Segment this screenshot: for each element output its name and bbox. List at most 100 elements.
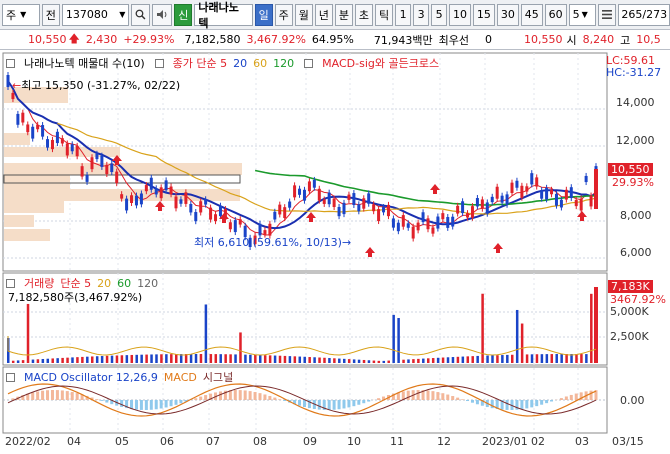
more-button[interactable]: [598, 3, 617, 26]
x-tick-05: 05: [115, 435, 129, 448]
volume-bar: [189, 354, 193, 363]
x-tick-03: 03: [575, 435, 589, 448]
period-week-button[interactable]: 주: [274, 3, 293, 26]
macd-histogram-bar: [144, 400, 148, 410]
price-tick-6000: 6,000: [620, 246, 652, 259]
volume-bar: [194, 354, 198, 363]
macd-histogram-bar: [475, 400, 479, 405]
sound-button[interactable]: [152, 3, 173, 26]
volume-bar: [273, 355, 277, 363]
price-tick-12000: 12,000: [616, 134, 655, 147]
volume-bar: [347, 359, 351, 363]
up-arrow-icon: 🡅: [68, 32, 80, 45]
period-day-button[interactable]: 일: [254, 3, 273, 26]
turnover-ratio: 64.95%: [311, 33, 354, 46]
volume-bar: [328, 358, 331, 363]
macd-histogram-bar: [550, 400, 554, 402]
candle-body: [16, 113, 20, 125]
macd-histogram-bar: [95, 399, 99, 400]
interval-60-button[interactable]: 60: [544, 3, 567, 26]
current-price: 10,550: [28, 33, 67, 46]
high-annotation-text: 최고 15,350 (-31.27%, 02/22): [21, 79, 181, 92]
stock-code-input[interactable]: 137080 ▼: [61, 3, 130, 26]
chart-area[interactable]: 나래나노텍 매물대 수(10) 종가 단순 5 20 60 120 MACD-s…: [0, 51, 670, 454]
volume-profile-bar: [4, 133, 30, 145]
interval-custom-select[interactable]: 5 ▼: [568, 3, 597, 26]
candle-body: [352, 193, 356, 206]
low-annotation-text: 최저 6,610 (59.61%, 10/13): [194, 236, 342, 249]
volume-bar: [590, 293, 593, 363]
signal-checkbox[interactable]: [304, 58, 314, 68]
candle-body: [401, 215, 405, 227]
period-year-button[interactable]: 년: [314, 3, 333, 26]
volume-bar: [95, 356, 99, 363]
macd-histogram-bar: [337, 400, 341, 410]
price-title-checkbox[interactable]: [6, 58, 15, 68]
ma-checkbox[interactable]: [154, 58, 164, 68]
macd-checkbox[interactable]: [6, 372, 15, 382]
volume-bar: [175, 354, 178, 363]
macd-histogram-bar: [564, 396, 568, 400]
volume-bar: [476, 355, 479, 363]
search-button[interactable]: [131, 3, 151, 26]
interval-30-button[interactable]: 30: [496, 3, 519, 26]
period-minute-button[interactable]: 분: [334, 3, 353, 26]
volume-bar: [234, 354, 237, 363]
toolbar: 주 ▼ 전 137080 ▼ 신 나래나노텍 일 주 월 년 분 초 틱 1 3…: [0, 0, 670, 30]
macd-histogram-bar: [31, 392, 35, 400]
interval-45-button[interactable]: 45: [520, 3, 543, 26]
volume-checkbox[interactable]: [6, 278, 15, 288]
market-select[interactable]: 주 ▼: [2, 3, 40, 26]
candle-body: [327, 192, 331, 205]
price-change-pct: +29.93%: [123, 33, 175, 46]
candle-body: [228, 222, 232, 230]
bar-count-value: 265: [621, 8, 643, 21]
current-pct-tag: 29.93%: [612, 176, 654, 189]
macd-histogram-bar: [100, 400, 104, 401]
interval-5-button[interactable]: 5: [431, 3, 448, 26]
volume-bar: [140, 354, 143, 363]
candle-body: [238, 219, 242, 225]
candle-body: [569, 187, 573, 199]
macd-histogram-bar: [134, 400, 138, 410]
period-second-button[interactable]: 초: [354, 3, 373, 26]
volume-bar: [199, 354, 203, 363]
volume-bar: [520, 323, 524, 363]
volume-bar: [555, 354, 558, 363]
candle-body: [332, 198, 336, 208]
volume-bar: [575, 354, 578, 363]
candle-body: [362, 198, 366, 209]
period-tick-button[interactable]: 틱: [375, 3, 394, 26]
candle-body: [550, 189, 554, 195]
candle-body: [41, 125, 45, 137]
price-change: 2,430: [85, 33, 118, 46]
candle-body: [485, 202, 489, 214]
code-mode-button[interactable]: 전: [41, 3, 60, 26]
interval-10-button[interactable]: 10: [449, 3, 471, 26]
volume-bar: [511, 354, 514, 363]
volume-bar: [160, 354, 163, 363]
macd-signal-label: 시그널: [202, 371, 234, 384]
price-tick-14000: 14,000: [616, 96, 655, 109]
interval-1-button[interactable]: 1: [395, 3, 412, 26]
interval-3-button[interactable]: 3: [413, 3, 430, 26]
interval-15-button[interactable]: 15: [472, 3, 495, 26]
volume-bar: [377, 360, 381, 363]
macd-histogram-bar: [431, 391, 435, 400]
candle-body: [441, 213, 445, 220]
volume-bar: [372, 360, 376, 363]
period-month-button[interactable]: 월: [294, 3, 313, 26]
stock-chart[interactable]: [0, 51, 670, 454]
candle-body: [184, 192, 188, 204]
candle-body: [421, 212, 425, 223]
volume-bar: [204, 304, 208, 363]
volume-bar: [239, 332, 242, 363]
bar-count-field[interactable]: 265 /273: [618, 3, 670, 26]
candle-body: [233, 220, 237, 233]
macd-histogram-bar: [298, 400, 302, 406]
volume-bar: [115, 355, 119, 363]
macd-histogram-bar: [436, 392, 440, 400]
candle-body: [535, 177, 539, 187]
volume-bar: [436, 357, 440, 363]
macd-histogram-bar: [456, 397, 460, 400]
